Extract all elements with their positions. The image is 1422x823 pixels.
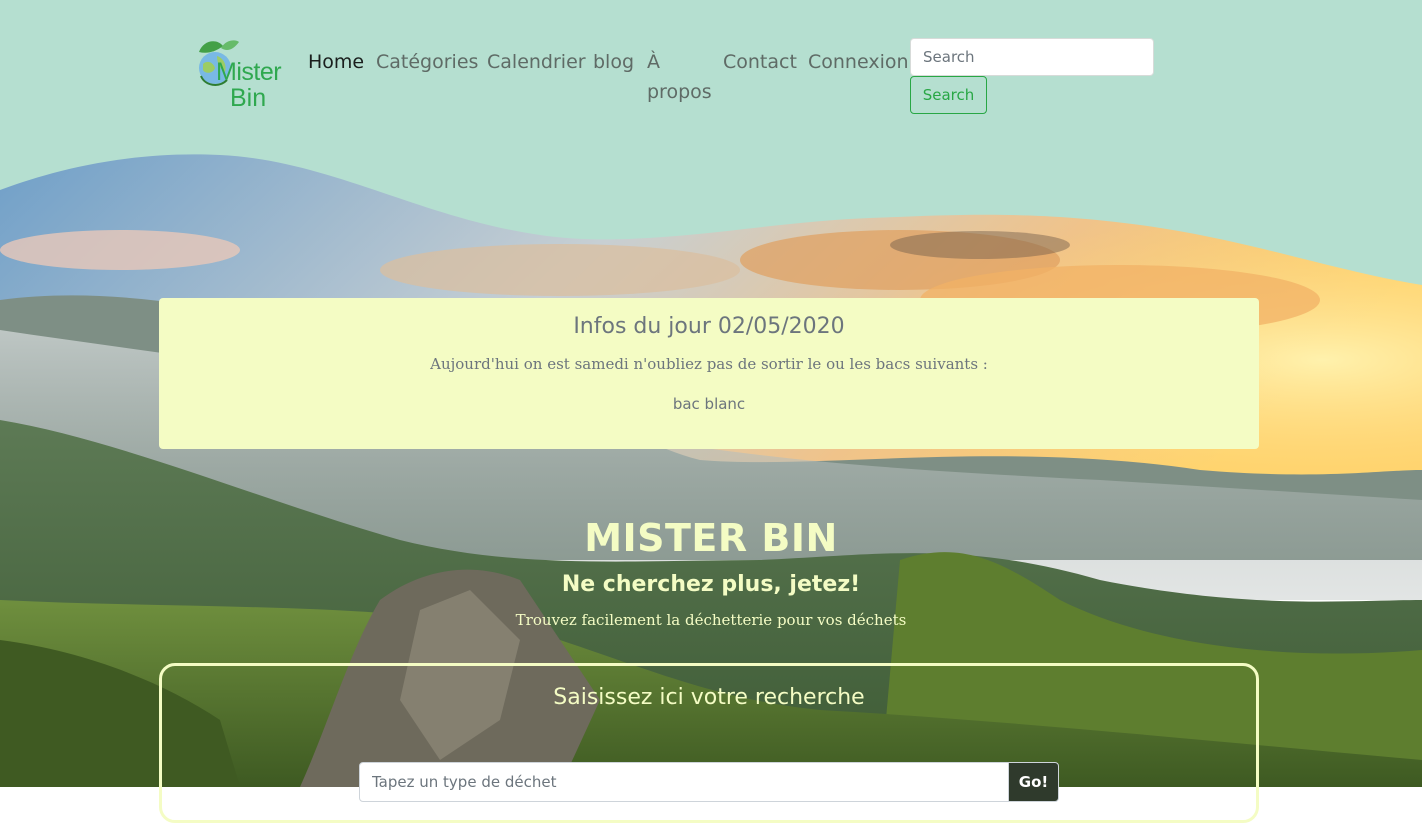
go-button[interactable]: Go! (1008, 762, 1059, 802)
logo-text-line2: Bin (230, 84, 267, 112)
daily-info-text: Aujourd'hui on est samedi n'oubliez pas … (430, 355, 988, 373)
daily-info-title: Infos du jour 02/05/2020 (573, 314, 845, 339)
nav-calendrier[interactable]: Calendrier (487, 47, 586, 77)
logo-text-line1: Mister (216, 58, 282, 86)
waste-search-title: Saisissez ici votre recherche (553, 685, 865, 710)
hero-title: MISTER BIN (584, 516, 838, 560)
nav-connexion[interactable]: Connexion (808, 47, 909, 77)
nav-blog[interactable]: blog (593, 47, 634, 77)
nav-contact[interactable]: Contact (723, 47, 797, 77)
nav-search-input[interactable] (910, 38, 1154, 76)
waste-search-input[interactable] (359, 762, 1009, 802)
nav-home[interactable]: Home (308, 47, 364, 77)
nav-search-button[interactable]: Search (910, 76, 987, 114)
daily-info-card: Infos du jour 02/05/2020 Aujourd'hui on … (159, 298, 1259, 449)
hero-subtitle: Ne cherchez plus, jetez! (561, 572, 861, 597)
nav-categories[interactable]: Catégories (376, 47, 478, 77)
bin-item: bac blanc (672, 395, 746, 413)
hero-tagline: Trouvez facilement la déchetterie pour v… (515, 611, 907, 629)
nav-a-propos[interactable]: À propos (647, 47, 712, 107)
